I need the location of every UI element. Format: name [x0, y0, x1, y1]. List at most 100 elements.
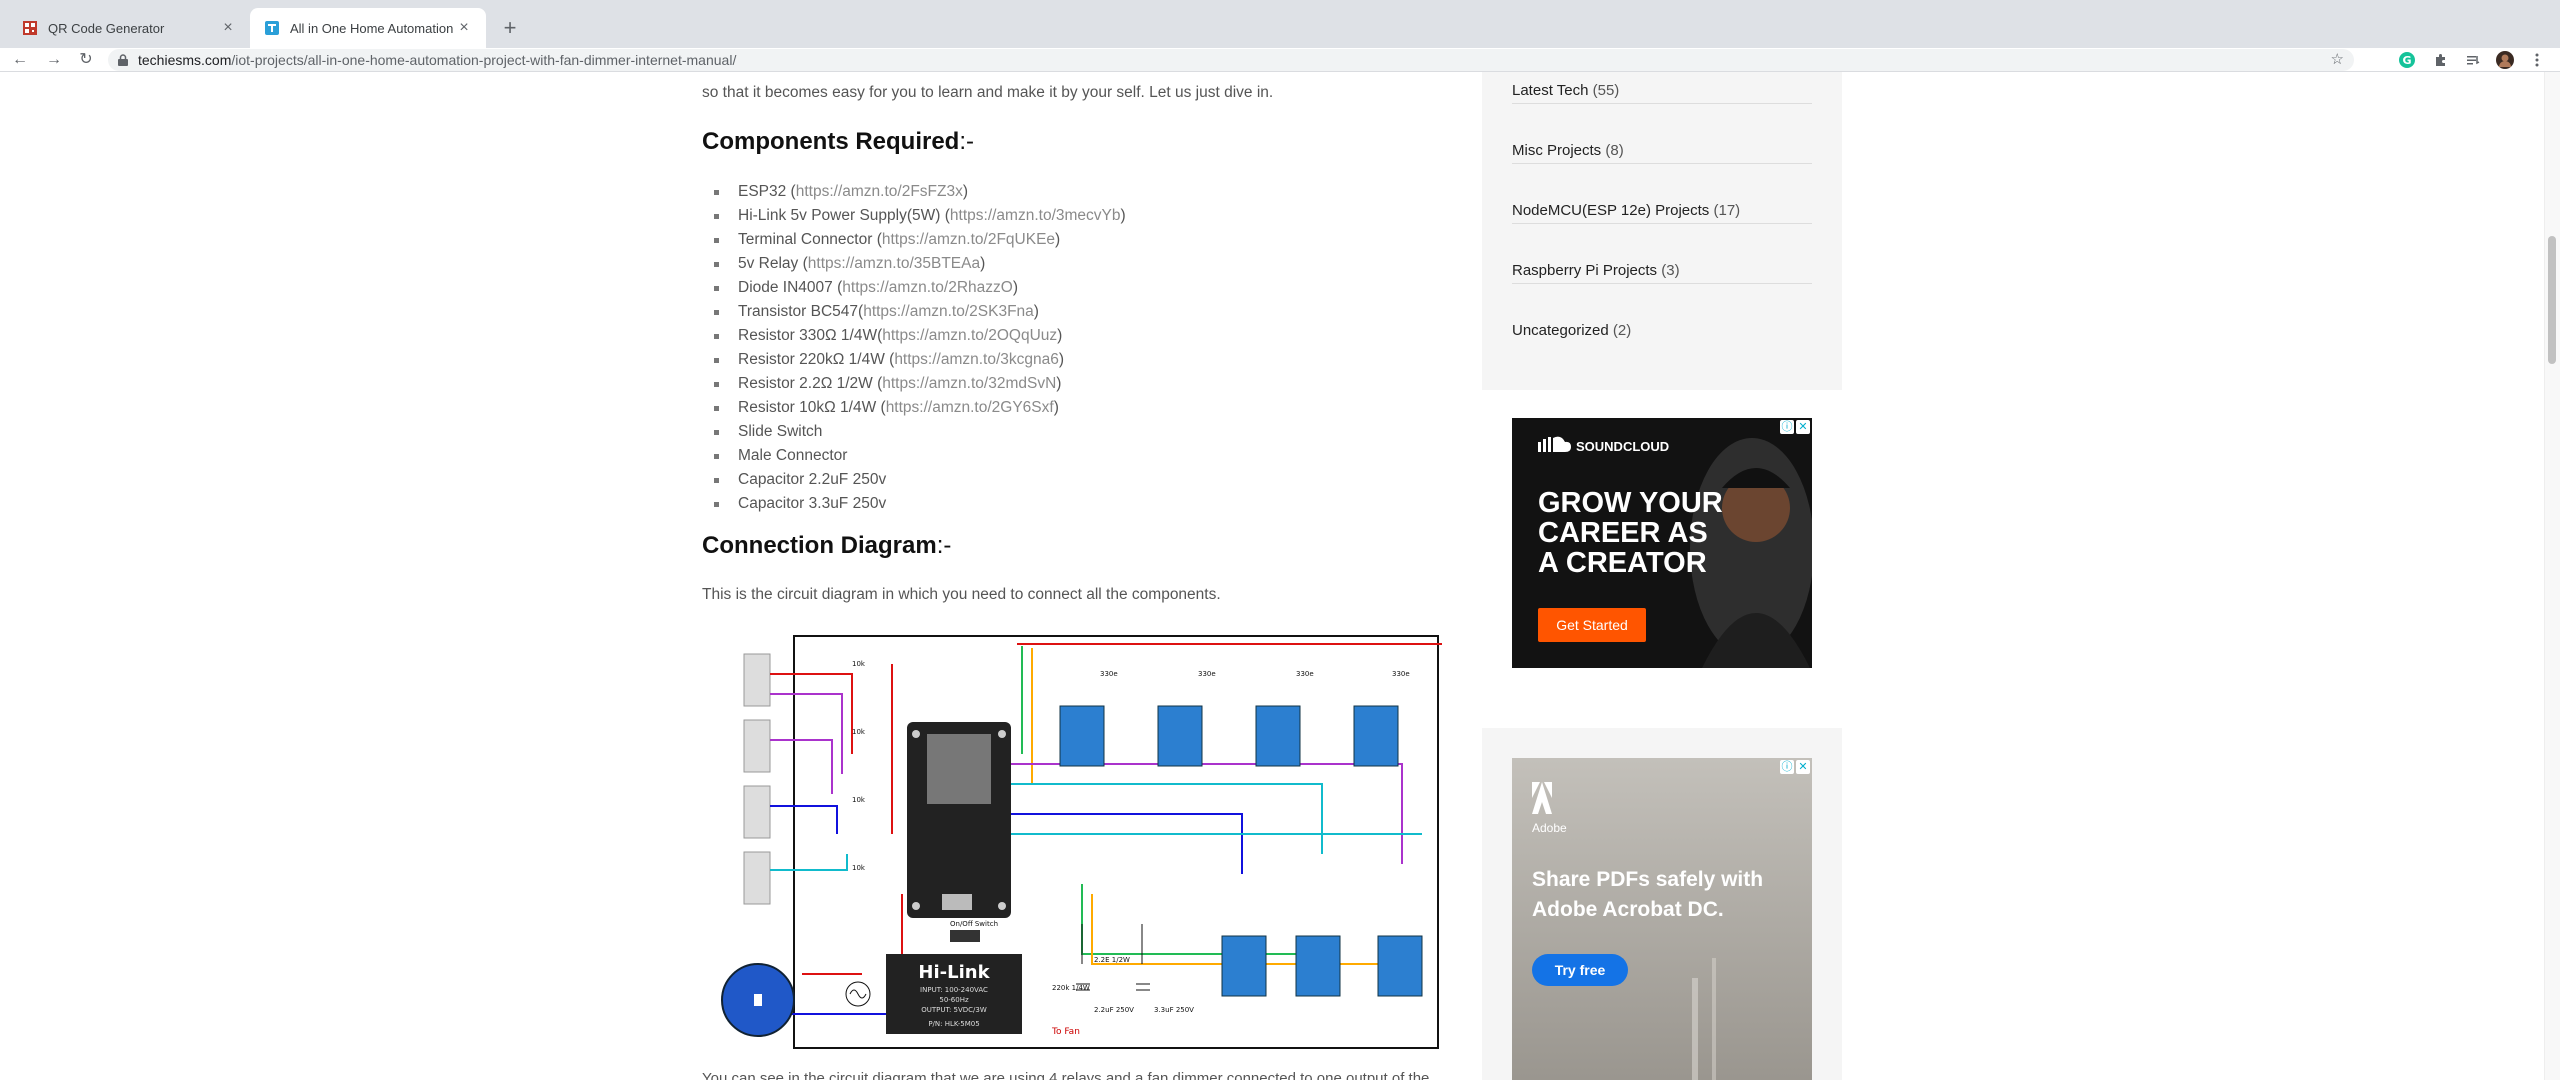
amazon-link[interactable]: https://amzn.to/3kcgna6 — [894, 351, 1059, 368]
intro-paragraph: so that it becomes easy for you to learn… — [702, 84, 1274, 101]
url-host: techiesms.com — [138, 52, 232, 68]
amazon-link[interactable]: https://amzn.to/2SK3Fna — [863, 303, 1034, 320]
ad-info-icon[interactable]: ⓘ — [1780, 420, 1794, 434]
svg-text:INPUT: 100-240VAC: INPUT: 100-240VAC — [920, 986, 988, 994]
esp32-board — [907, 722, 1011, 918]
svg-text:OUTPUT: 5VDC/3W: OUTPUT: 5VDC/3W — [921, 1006, 987, 1014]
amazon-link[interactable]: https://amzn.to/2OQqUuz — [882, 327, 1057, 344]
category-name[interactable]: NodeMCU(ESP 12e) Projects — [1512, 202, 1709, 219]
new-tab-icon[interactable]: + — [496, 14, 524, 42]
components-list: ESP32 (https://amzn.to/2FsFZ3x) Hi-Link … — [714, 180, 1126, 516]
extensions-puzzle-icon[interactable] — [2432, 51, 2450, 69]
grammarly-extension-icon[interactable]: G — [2398, 51, 2416, 69]
page-viewport: so that it becomes easy for you to learn… — [0, 72, 2560, 1080]
amazon-link[interactable]: https://amzn.to/3mecvYb — [950, 207, 1121, 224]
category-item[interactable]: Latest Tech (55) — [1512, 72, 1812, 104]
svg-text:10k: 10k — [852, 864, 866, 872]
list-item: Resistor 10kΩ 1/4W (https://amzn.to/2GY6… — [714, 396, 1126, 420]
adobe-ad-container: Adobe Share PDFs safely with Adobe Acrob… — [1482, 728, 1842, 1080]
list-item: 5v Relay (https://amzn.to/35BTEAa) — [714, 252, 1126, 276]
connection-heading-text: Connection Diagram — [702, 532, 937, 559]
svg-text:330e: 330e — [1100, 670, 1118, 678]
list-item: Transistor BC547(https://amzn.to/2SK3Fna… — [714, 300, 1126, 324]
list-item: Diode IN4007 (https://amzn.to/2RhazzO) — [714, 276, 1126, 300]
svg-text:A CREATOR: A CREATOR — [1538, 547, 1707, 579]
category-count: (55) — [1592, 82, 1620, 99]
svg-text:To Fan: To Fan — [1051, 1027, 1080, 1037]
relay-row-top — [1059, 705, 1399, 767]
amazon-link[interactable]: https://amzn.to/2FqUKEe — [882, 231, 1055, 248]
category-name[interactable]: Uncategorized — [1512, 322, 1609, 339]
svg-text:2.2uF 250V: 2.2uF 250V — [1094, 1006, 1134, 1014]
amazon-link[interactable]: https://amzn.to/32mdSvN — [882, 375, 1056, 392]
chrome-menu-icon[interactable] — [2528, 51, 2546, 69]
ad-info-icon[interactable]: ⓘ — [1780, 760, 1794, 774]
list-item: Male Connector — [714, 444, 1126, 468]
amazon-link[interactable]: https://amzn.to/2FsFZ3x — [796, 183, 963, 200]
svg-text:P/N: HLK-5M05: P/N: HLK-5M05 — [928, 1020, 979, 1028]
list-item: Capacitor 2.2uF 250v — [714, 468, 1126, 492]
site-favicon-icon — [264, 20, 280, 36]
address-bar[interactable]: techiesms.com/iot-projects/all-in-one-ho… — [108, 49, 2354, 71]
list-item: ESP32 (https://amzn.to/2FsFZ3x) — [714, 180, 1126, 204]
lock-icon — [118, 54, 130, 66]
url-path: /iot-projects/all-in-one-home-automation… — [231, 52, 737, 68]
category-name[interactable]: Misc Projects — [1512, 142, 1601, 159]
reload-icon[interactable]: ↻ — [76, 48, 96, 72]
list-item: Hi-Link 5v Power Supply(5W) (https://amz… — [714, 204, 1126, 228]
tab-qr-code-generator[interactable]: QR Code Generator × — [8, 8, 250, 48]
amazon-link[interactable]: https://amzn.to/35BTEAa — [808, 255, 980, 272]
connection-heading: Connection Diagram:- — [702, 532, 951, 560]
back-icon[interactable]: ← — [10, 48, 30, 72]
switch-block — [743, 653, 771, 905]
category-name[interactable]: Latest Tech — [1512, 82, 1588, 99]
category-name[interactable]: Raspberry Pi Projects — [1512, 262, 1657, 279]
close-tab-icon[interactable]: × — [456, 19, 472, 37]
svg-text:Hi-Link: Hi-Link — [918, 962, 990, 983]
category-item[interactable]: Uncategorized (2) — [1512, 284, 1812, 344]
tab-title: All in One Home Automation p — [290, 20, 456, 36]
browser-toolbar: ← → ↻ techiesms.com/iot-projects/all-in-… — [0, 48, 2560, 72]
list-item: Terminal Connector (https://amzn.to/2FqU… — [714, 228, 1126, 252]
amazon-link[interactable]: https://amzn.to/2GY6Sxf — [886, 399, 1054, 416]
hilink-module: Hi-Link INPUT: 100-240VAC 50-60Hz OUTPUT… — [886, 954, 1022, 1034]
ad-close-icon[interactable]: ✕ — [1796, 420, 1810, 434]
categories-widget: Latest Tech (55) Misc Projects (8) NodeM… — [1482, 72, 1842, 390]
bookmark-star-icon[interactable]: ☆ — [2331, 49, 2344, 71]
svg-text:50-60Hz: 50-60Hz — [939, 996, 969, 1004]
next-paragraph-partial: You can see in the circuit diagram that … — [702, 1070, 1430, 1080]
components-heading: Components Required:- — [702, 128, 974, 156]
forward-icon[interactable]: → — [44, 48, 64, 72]
tab-title: QR Code Generator — [48, 20, 165, 36]
close-tab-icon[interactable]: × — [220, 19, 236, 37]
page-scrollbar[interactable] — [2544, 72, 2560, 1080]
svg-text:On/Off Switch: On/Off Switch — [950, 920, 998, 928]
circuit-diagram[interactable]: 330e 330e 330e 330e 10k 10k 10k 10k 2.2E… — [702, 634, 1462, 1054]
list-item: Resistor 2.2Ω 1/2W (https://amzn.to/32md… — [714, 372, 1126, 396]
ad-choices[interactable]: ⓘ ✕ — [1780, 420, 1810, 434]
tab-home-automation[interactable]: All in One Home Automation p × — [250, 8, 486, 48]
list-item: Resistor 330Ω 1/4W(https://amzn.to/2OQqU… — [714, 324, 1126, 348]
category-count: (8) — [1605, 142, 1624, 159]
svg-text:GROW YOUR: GROW YOUR — [1538, 487, 1723, 519]
slide-switch — [950, 930, 980, 942]
heading-suffix: :- — [936, 532, 952, 559]
svg-text:10k: 10k — [852, 728, 866, 736]
svg-text:10k: 10k — [852, 660, 866, 668]
svg-text:330e: 330e — [1198, 670, 1216, 678]
svg-text:Try free: Try free — [1555, 962, 1606, 978]
svg-text:330e: 330e — [1392, 670, 1410, 678]
category-item[interactable]: Misc Projects (8) — [1512, 104, 1812, 164]
reading-list-icon[interactable] — [2464, 51, 2482, 69]
svg-text:SOUNDCLOUD: SOUNDCLOUD — [1576, 439, 1669, 454]
profile-avatar[interactable] — [2496, 51, 2514, 69]
category-item[interactable]: NodeMCU(ESP 12e) Projects (17) — [1512, 164, 1812, 224]
scrollbar-thumb[interactable] — [2548, 236, 2556, 364]
soundcloud-ad[interactable]: SOUNDCLOUD GROW YOUR CAREER AS A CREATOR… — [1512, 418, 1812, 668]
ad-close-icon[interactable]: ✕ — [1796, 760, 1810, 774]
category-item[interactable]: Raspberry Pi Projects (3) — [1512, 224, 1812, 284]
adobe-ad[interactable]: Adobe Share PDFs safely with Adobe Acrob… — [1512, 758, 1812, 1080]
svg-text:330e: 330e — [1296, 670, 1314, 678]
amazon-link[interactable]: https://amzn.to/2RhazzO — [842, 279, 1013, 296]
ad-choices[interactable]: ⓘ ✕ — [1780, 760, 1810, 774]
